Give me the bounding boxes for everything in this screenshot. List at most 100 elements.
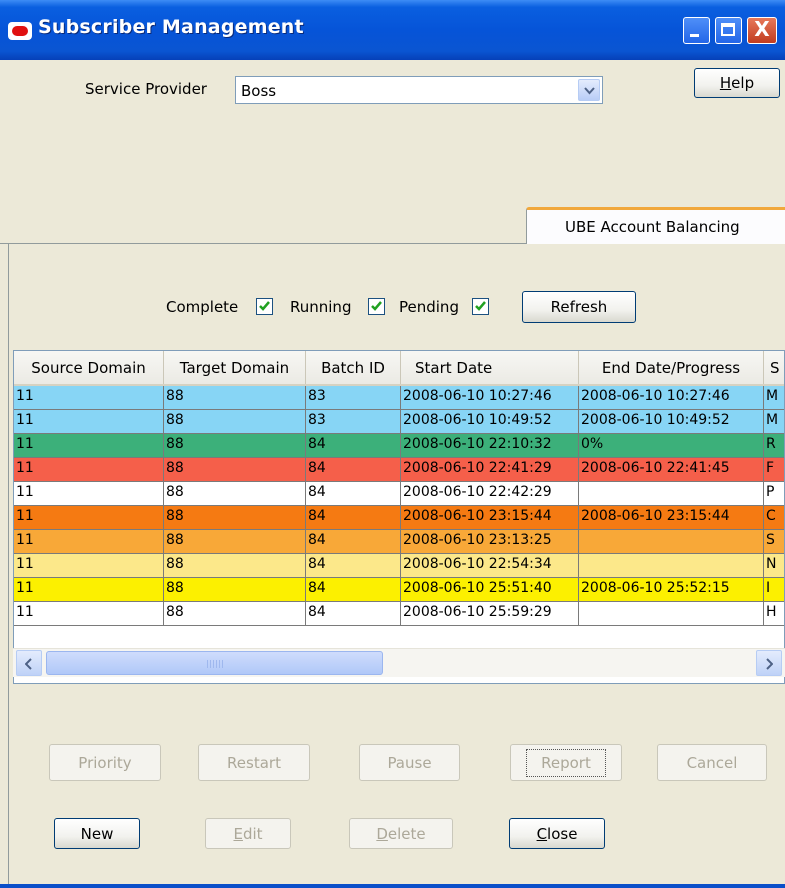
batch-id-cell: 84 (306, 578, 401, 602)
col-status[interactable]: S (764, 351, 784, 384)
close-label-rest: lose (547, 824, 578, 843)
pending-label: Pending (399, 298, 459, 316)
close-icon: X (754, 17, 770, 41)
table-row[interactable]: 11 88 84 2008-06-10 22:41:29 2008-06-10 22:4… (14, 458, 784, 482)
help-mnemonic: H (719, 74, 732, 92)
status-cell: S (764, 530, 784, 554)
table-row[interactable]: 11 88 84 2008-06-10 25:51:40 2008-06-10 25:5… (14, 578, 784, 602)
pause-button[interactable]: Pause (359, 744, 460, 781)
maximize-icon[interactable] (715, 17, 742, 44)
status-cell: R (764, 434, 784, 458)
source-domain-cell: 11 (14, 530, 164, 554)
source-domain-cell: 11 (14, 458, 164, 482)
start-date-cell: 2008-06-10 22:42:29 (401, 482, 579, 506)
arrow-left-icon[interactable] (16, 650, 42, 676)
end-date-cell: 2008-06-10 25:52:15 (579, 578, 764, 602)
source-domain-cell: 11 (14, 554, 164, 578)
table-row[interactable]: 11 88 84 2008-06-10 22:10:32 0% R (14, 434, 784, 458)
col-target-domain[interactable]: Target Domain (164, 351, 306, 384)
help-label-rest: elp (731, 74, 755, 92)
start-date-cell: 2008-06-10 25:59:29 (401, 602, 579, 626)
title-bar[interactable]: Subscriber Management X (0, 0, 785, 60)
new-button[interactable]: New (54, 818, 140, 849)
table-row[interactable]: 11 88 84 2008-06-10 22:54:34 N (14, 554, 784, 578)
minimize-icon[interactable] (683, 17, 710, 44)
priority-button[interactable]: Priority (49, 744, 161, 781)
source-domain-cell: 11 (14, 578, 164, 602)
col-end-date-progress[interactable]: End Date/Progress (579, 351, 764, 384)
complete-checkbox[interactable] (256, 298, 273, 315)
start-date-cell: 2008-06-10 22:54:34 (401, 554, 579, 578)
start-date-cell: 2008-06-10 22:10:32 (401, 434, 579, 458)
end-date-cell: 2008-06-10 10:27:46 (579, 386, 764, 410)
end-date-cell: 2008-06-10 22:41:45 (579, 458, 764, 482)
source-domain-cell: 11 (14, 434, 164, 458)
edit-label-rest: dit (242, 824, 263, 843)
refresh-button[interactable]: Refresh (522, 291, 636, 323)
end-date-cell: 2008-06-10 23:15:44 (579, 506, 764, 530)
batch-table: Source Domain Target Domain Batch ID Sta… (13, 350, 785, 684)
help-button[interactable]: Help (694, 68, 780, 98)
batch-id-cell: 84 (306, 602, 401, 626)
chevron-down-icon[interactable] (578, 79, 600, 101)
scrollbar-thumb[interactable] (46, 651, 383, 675)
target-domain-cell: 88 (164, 554, 306, 578)
status-cell: M (764, 410, 784, 434)
end-date-cell (579, 602, 764, 626)
delete-label-rest: elete (387, 824, 426, 843)
running-checkbox[interactable] (368, 298, 385, 315)
close-window-button[interactable]: X (747, 17, 777, 44)
service-provider-value: Boss (241, 82, 277, 100)
source-domain-cell: 11 (14, 386, 164, 410)
table-row[interactable]: 11 88 83 2008-06-10 10:27:46 2008-06-10 10:2… (14, 386, 784, 410)
table-row[interactable]: 11 88 84 2008-06-10 25:59:29 H (14, 602, 784, 626)
start-date-cell: 2008-06-10 22:41:29 (401, 458, 579, 482)
end-date-cell (579, 482, 764, 506)
restart-button[interactable]: Restart (198, 744, 310, 781)
col-start-date[interactable]: Start Date (401, 351, 579, 384)
pending-checkbox[interactable] (472, 298, 489, 315)
status-cell: P (764, 482, 784, 506)
source-domain-cell: 11 (14, 506, 164, 530)
status-cell: M (764, 386, 784, 410)
table-row[interactable]: 11 88 84 2008-06-10 23:15:44 2008-06-10 23:1… (14, 506, 784, 530)
start-date-cell: 2008-06-10 10:27:46 (401, 386, 579, 410)
delete-mnemonic: D (376, 824, 388, 843)
window-title: Subscriber Management (38, 16, 304, 38)
status-cell: H (764, 602, 784, 626)
table-header: Source Domain Target Domain Batch ID Sta… (14, 351, 784, 386)
tab-ube-account-balancing[interactable]: UBE Account Balancing (526, 207, 785, 244)
end-date-cell: 0% (579, 434, 764, 458)
table-row[interactable]: 11 88 83 2008-06-10 10:49:52 2008-06-10 10:4… (14, 410, 784, 434)
end-date-cell (579, 554, 764, 578)
cancel-button[interactable]: Cancel (657, 744, 767, 781)
end-date-cell: 2008-06-10 10:49:52 (579, 410, 764, 434)
batch-id-cell: 84 (306, 458, 401, 482)
start-date-cell: 2008-06-10 23:13:25 (401, 530, 579, 554)
report-button[interactable]: Report (510, 744, 622, 781)
service-provider-select[interactable]: Boss (235, 76, 603, 104)
subscriber-management-window: Subscriber Management X Service Provider… (0, 0, 785, 888)
complete-label: Complete (166, 298, 239, 316)
target-domain-cell: 88 (164, 506, 306, 530)
batch-id-cell: 83 (306, 386, 401, 410)
start-date-cell: 2008-06-10 23:15:44 (401, 506, 579, 530)
close-button[interactable]: Close (509, 818, 605, 849)
scrollbar-grip (207, 660, 223, 668)
edit-button[interactable]: Edit (205, 818, 291, 849)
status-cell: I (764, 578, 784, 602)
target-domain-cell: 88 (164, 602, 306, 626)
source-domain-cell: 11 (14, 482, 164, 506)
col-batch-id[interactable]: Batch ID (306, 351, 401, 384)
target-domain-cell: 88 (164, 434, 306, 458)
status-cell: C (764, 506, 784, 530)
arrow-right-icon[interactable] (756, 650, 782, 676)
table-row[interactable]: 11 88 84 2008-06-10 23:13:25 S (14, 530, 784, 554)
table-row[interactable]: 11 88 84 2008-06-10 22:42:29 P (14, 482, 784, 506)
horizontal-scrollbar[interactable] (13, 648, 785, 677)
end-date-cell (579, 530, 764, 554)
col-source-domain[interactable]: Source Domain (14, 351, 164, 384)
batch-id-cell: 84 (306, 554, 401, 578)
delete-button[interactable]: Delete (349, 818, 453, 849)
batch-id-cell: 84 (306, 434, 401, 458)
